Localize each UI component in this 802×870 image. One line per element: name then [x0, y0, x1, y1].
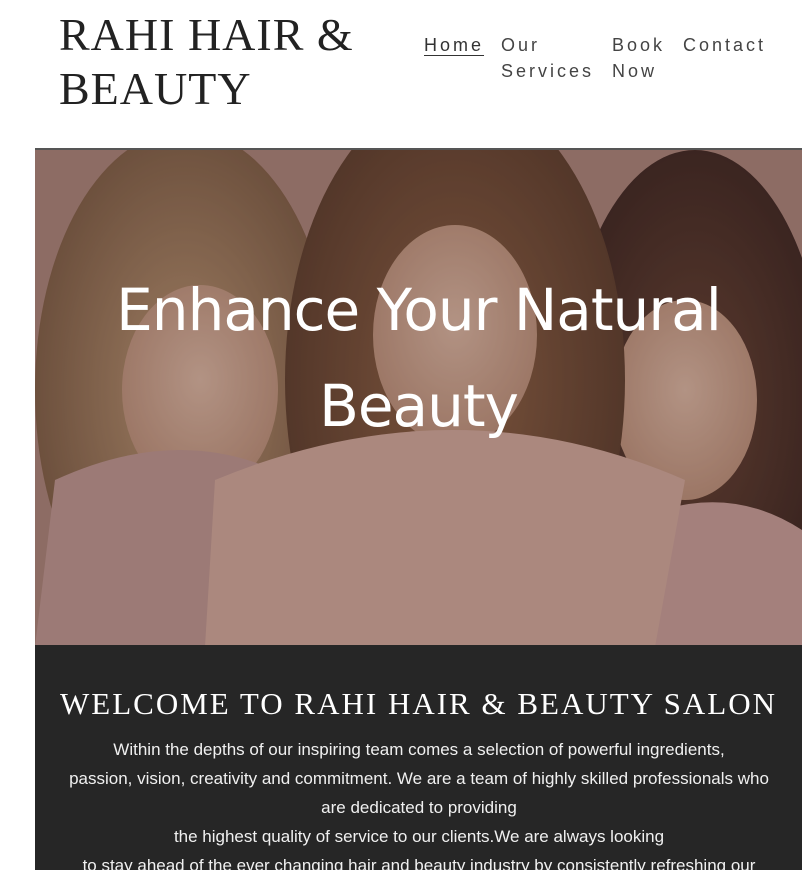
nav-contact[interactable]: Contact — [683, 32, 766, 58]
nav-services-label-1: Our — [501, 35, 541, 55]
welcome-line: are dedicated to providing — [321, 798, 517, 817]
nav-book-label-1: Book — [612, 35, 666, 55]
welcome-line: to stay ahead of the ever changing hair … — [82, 856, 756, 870]
welcome-title: WELCOME TO RAHI HAIR & BEAUTY SALON — [60, 686, 777, 721]
site-header: RAHI HAIR & BEAUTY Home Our Services Boo… — [0, 0, 802, 148]
nav-home[interactable]: Home — [424, 32, 484, 58]
welcome-paragraph: Within the depths of our inspiring team … — [39, 735, 799, 870]
main-nav: Home Our Services Book Now Contact — [0, 32, 802, 92]
nav-services-label-2: Services — [501, 61, 595, 81]
welcome-section: WELCOME TO RAHI HAIR & BEAUTY SALON With… — [35, 645, 802, 870]
hero-banner: Enhance Your Natural Beauty — [35, 148, 802, 647]
welcome-line: Within the depths of our inspiring team … — [113, 740, 725, 759]
hero-title-line-2: Beauty — [319, 372, 519, 440]
nav-contact-label: Contact — [683, 35, 767, 55]
nav-book-now[interactable]: Book Now — [612, 32, 672, 84]
welcome-line: passion, vision, creativity and commitme… — [69, 769, 769, 788]
nav-book-label-2: Now — [612, 61, 658, 81]
hero-title-line-1: Enhance Your Natural — [116, 276, 722, 344]
hero-title: Enhance Your Natural Beauty — [35, 262, 802, 454]
nav-home-label: Home — [424, 35, 485, 55]
welcome-line: the highest quality of service to our cl… — [173, 827, 665, 846]
nav-our-services[interactable]: Our Services — [501, 32, 601, 84]
